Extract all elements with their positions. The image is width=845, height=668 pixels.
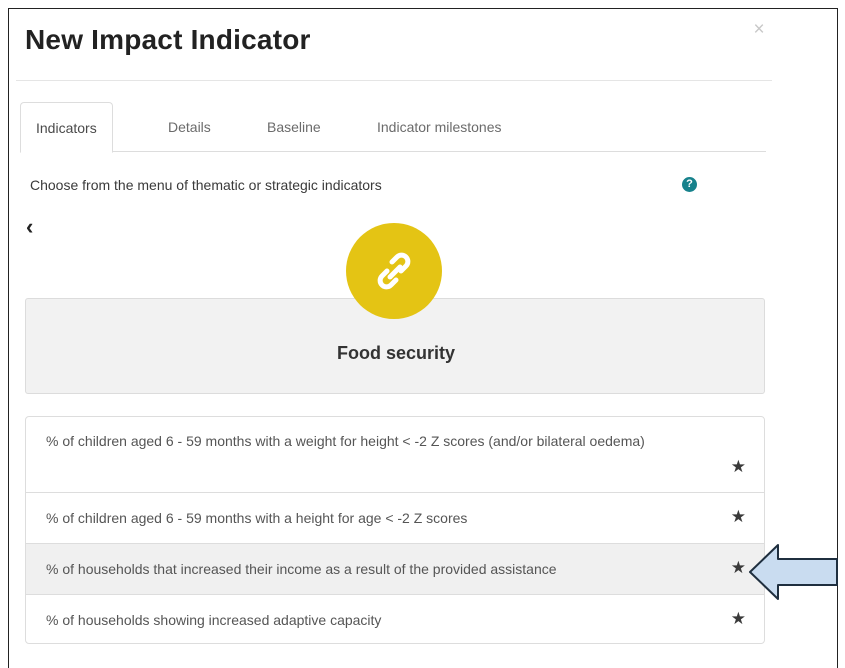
tab-indicator-milestones[interactable]: Indicator milestones <box>362 102 517 152</box>
new-impact-indicator-modal: New Impact Indicator × Indicators Detail… <box>16 10 774 654</box>
indicator-item[interactable]: % of households showing increased adapti… <box>26 594 764 643</box>
category-label: Food security <box>336 343 456 363</box>
tab-bar: Indicators Details Baseline Indicator mi… <box>20 102 766 153</box>
star-icon[interactable]: ★ <box>731 609 746 629</box>
indicator-label: % of households showing increased adapti… <box>46 612 382 628</box>
link-icon <box>377 252 411 290</box>
indicator-item[interactable]: % of children aged 6 - 59 months with a … <box>26 492 764 543</box>
star-icon[interactable]: ★ <box>731 558 746 578</box>
tab-baseline[interactable]: Baseline <box>252 102 336 152</box>
indicator-list: % of children aged 6 - 59 months with a … <box>25 416 765 644</box>
question-circle-icon[interactable]: ? <box>682 177 697 192</box>
tab-details[interactable]: Details <box>153 102 226 152</box>
chevron-left-icon[interactable]: ‹ <box>26 216 33 238</box>
indicator-label: % of children aged 6 - 59 months with a … <box>46 510 468 526</box>
category-icon-button[interactable] <box>346 223 442 319</box>
star-icon[interactable]: ★ <box>731 507 746 527</box>
indicator-label: % of households that increased their inc… <box>46 561 557 577</box>
indicator-label: % of children aged 6 - 59 months with a … <box>46 433 645 449</box>
arrow-left-icon <box>749 544 838 600</box>
header-divider <box>16 80 772 81</box>
close-button[interactable]: × <box>749 20 769 40</box>
star-icon[interactable]: ★ <box>731 457 746 477</box>
modal-title: New Impact Indicator <box>25 24 311 55</box>
indicator-item-highlighted[interactable]: % of households that increased their inc… <box>26 543 764 594</box>
tab-indicators[interactable]: Indicators <box>20 102 113 153</box>
indicator-item[interactable]: % of children aged 6 - 59 months with a … <box>26 417 764 492</box>
instructions-text: Choose from the menu of thematic or stra… <box>30 177 382 193</box>
